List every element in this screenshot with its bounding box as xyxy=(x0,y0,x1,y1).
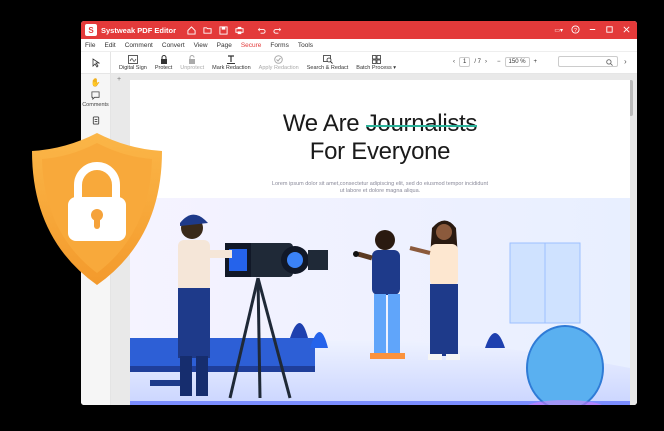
protect-button[interactable]: Protect xyxy=(154,54,173,71)
page-number-input[interactable]: 1 xyxy=(459,57,471,67)
digital-sign-button[interactable]: Digital Sign xyxy=(119,54,147,71)
zoom-in-icon[interactable]: + xyxy=(534,59,538,65)
search-icon xyxy=(606,59,613,66)
page-title-line-1: We Are Journalists xyxy=(130,110,630,138)
undo-icon[interactable] xyxy=(254,23,268,37)
apply-redaction-icon xyxy=(274,54,283,65)
search-redact-label: Search & Redact xyxy=(306,64,349,71)
secure-toolbar: Digital Sign Protect Unprotect Mark Reda… xyxy=(81,51,637,74)
comment-icon xyxy=(91,91,100,102)
title-prefix: We Are xyxy=(282,110,366,137)
batch-process-icon xyxy=(371,54,381,65)
hand-icon: ✋ xyxy=(90,78,101,87)
menu-comment[interactable]: Comment xyxy=(125,42,153,49)
comments-panel-button[interactable]: Comments xyxy=(81,91,110,108)
menu-secure[interactable]: Secure xyxy=(241,42,262,49)
page-add-icon[interactable]: + xyxy=(117,76,121,83)
app-logo-icon: S xyxy=(85,24,97,36)
menu-edit[interactable]: Edit xyxy=(104,42,115,49)
zoom-out-icon[interactable]: − xyxy=(497,59,501,65)
document-viewport[interactable]: + We Are Journalists For Everyone Lorem … xyxy=(111,74,637,405)
stage: S Systweak PDF Editor ▭▾ ? File Edit Com… xyxy=(0,0,664,431)
zoom-level-input[interactable]: 150 % xyxy=(504,57,530,67)
comments-label: Comments xyxy=(82,102,109,108)
app-logo-letter: S xyxy=(88,25,94,35)
mark-redaction-button[interactable]: Mark Redaction xyxy=(212,54,251,71)
menu-page[interactable]: Page xyxy=(217,42,232,49)
search-redact-icon xyxy=(322,54,333,65)
attachment-icon xyxy=(92,116,100,127)
svg-text:?: ? xyxy=(574,27,577,33)
app-title: Systweak PDF Editor xyxy=(101,25,177,35)
apply-redaction-button[interactable]: Apply Redaction xyxy=(258,54,299,71)
maximize-icon[interactable] xyxy=(605,25,614,36)
cursor-icon xyxy=(92,57,100,68)
unprotect-button[interactable]: Unprotect xyxy=(180,54,205,71)
title-strikethrough-word: Journalists xyxy=(365,110,478,137)
search-next-icon[interactable]: › xyxy=(624,57,627,66)
window-controls: ▭▾ ? xyxy=(554,24,637,36)
menu-view[interactable]: View xyxy=(194,42,208,49)
save-icon[interactable] xyxy=(216,23,230,37)
hand-tool[interactable]: ✋ xyxy=(81,78,110,87)
search-redact-button[interactable]: Search & Redact xyxy=(306,54,349,71)
digital-sign-icon xyxy=(128,54,138,65)
help-icon[interactable]: ? xyxy=(571,24,580,36)
menu-convert[interactable]: Convert xyxy=(162,42,185,49)
title-bar: S Systweak PDF Editor ▭▾ ? xyxy=(81,21,637,39)
lorem-line-2: ut labore et dolore magna aliqua. xyxy=(339,188,421,194)
protect-label: Protect xyxy=(154,64,173,71)
redo-icon[interactable] xyxy=(270,23,284,37)
next-page-icon[interactable]: › xyxy=(485,59,487,65)
menu-bar: File Edit Comment Convert View Page Secu… xyxy=(81,39,637,52)
search-input[interactable] xyxy=(558,56,618,67)
unlock-icon xyxy=(188,54,196,65)
pdf-page: We Are Journalists For Everyone Lorem ip… xyxy=(130,80,630,405)
close-icon[interactable] xyxy=(622,25,631,36)
menu-forms[interactable]: Forms xyxy=(270,42,288,49)
apply-redaction-label: Apply Redaction xyxy=(258,64,299,71)
page-title-line-2: For Everyone xyxy=(309,138,451,165)
minimize-icon[interactable] xyxy=(588,25,597,36)
journalists-illustration xyxy=(130,198,630,405)
folder-icon[interactable] xyxy=(200,23,214,37)
home-icon[interactable] xyxy=(184,23,198,37)
digital-sign-label: Digital Sign xyxy=(119,64,147,71)
unprotect-label: Unprotect xyxy=(180,64,205,71)
menu-file[interactable]: File xyxy=(85,42,95,49)
page-navigator: ‹ 1 / 7 › − 150 % + xyxy=(453,57,537,67)
prev-page-icon[interactable]: ‹ xyxy=(453,59,455,65)
lorem-line-1: Lorem ipsum dolor sit amet,consectetur a… xyxy=(271,181,489,187)
menu-tools[interactable]: Tools xyxy=(298,42,313,49)
batch-process-button[interactable]: Batch Process ▾ xyxy=(356,54,397,71)
batch-process-label: Batch Process ▾ xyxy=(356,64,397,71)
mark-redaction-label: Mark Redaction xyxy=(212,64,251,71)
page-total: / 7 xyxy=(474,59,482,65)
print-icon[interactable] xyxy=(232,23,246,37)
language-flag-icon[interactable]: ▭▾ xyxy=(554,27,563,34)
lock-icon xyxy=(160,54,168,65)
select-tool[interactable] xyxy=(81,51,111,74)
security-shield-icon xyxy=(32,133,162,285)
attachments-panel-button[interactable] xyxy=(81,116,110,127)
mark-redaction-icon xyxy=(226,54,236,65)
